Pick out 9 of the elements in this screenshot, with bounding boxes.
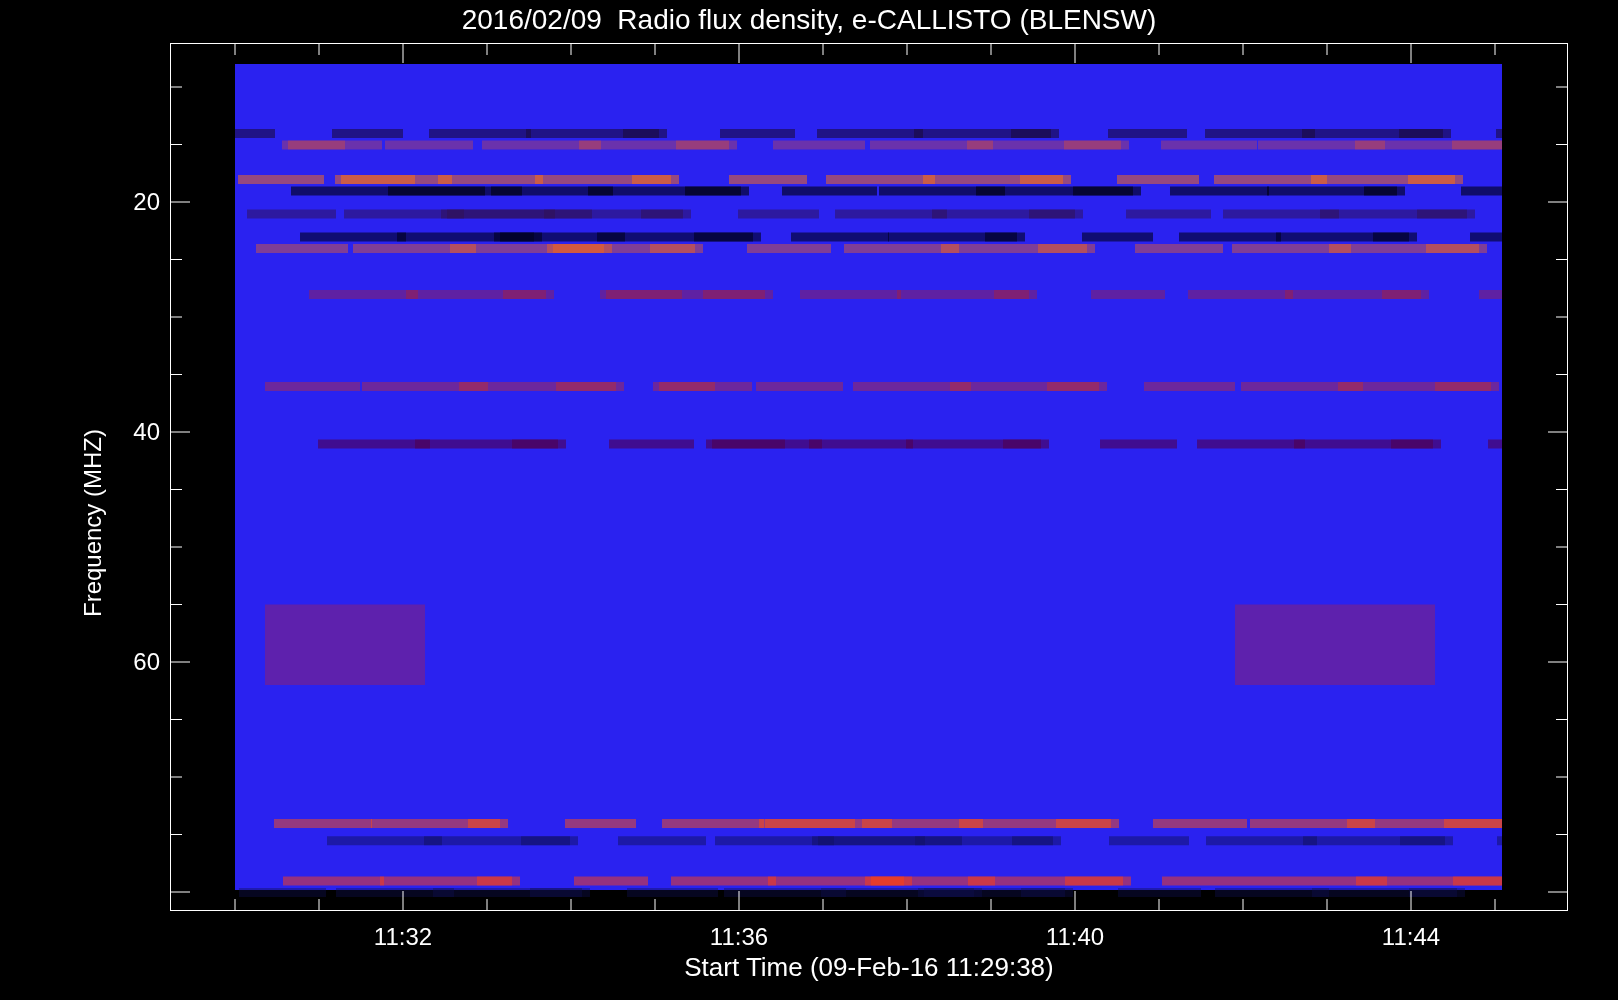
x-tick-label: 11:32 — [372, 923, 434, 951]
y-axis-label: Frequency (MHZ) — [79, 429, 107, 617]
x-tick-label: 11:36 — [708, 923, 770, 951]
x-tick-label: 11:44 — [1380, 923, 1442, 951]
x-tick-label: 11:40 — [1044, 923, 1106, 951]
x-axis-label: Start Time (09-Feb-16 11:29:38) — [683, 952, 1055, 982]
y-tick-label: 60 — [132, 648, 160, 676]
chart-title: 2016/02/09 Radio flux density, e-CALLISTO (BLENSW) — [460, 3, 1158, 37]
y-tick-label: 20 — [132, 188, 160, 216]
